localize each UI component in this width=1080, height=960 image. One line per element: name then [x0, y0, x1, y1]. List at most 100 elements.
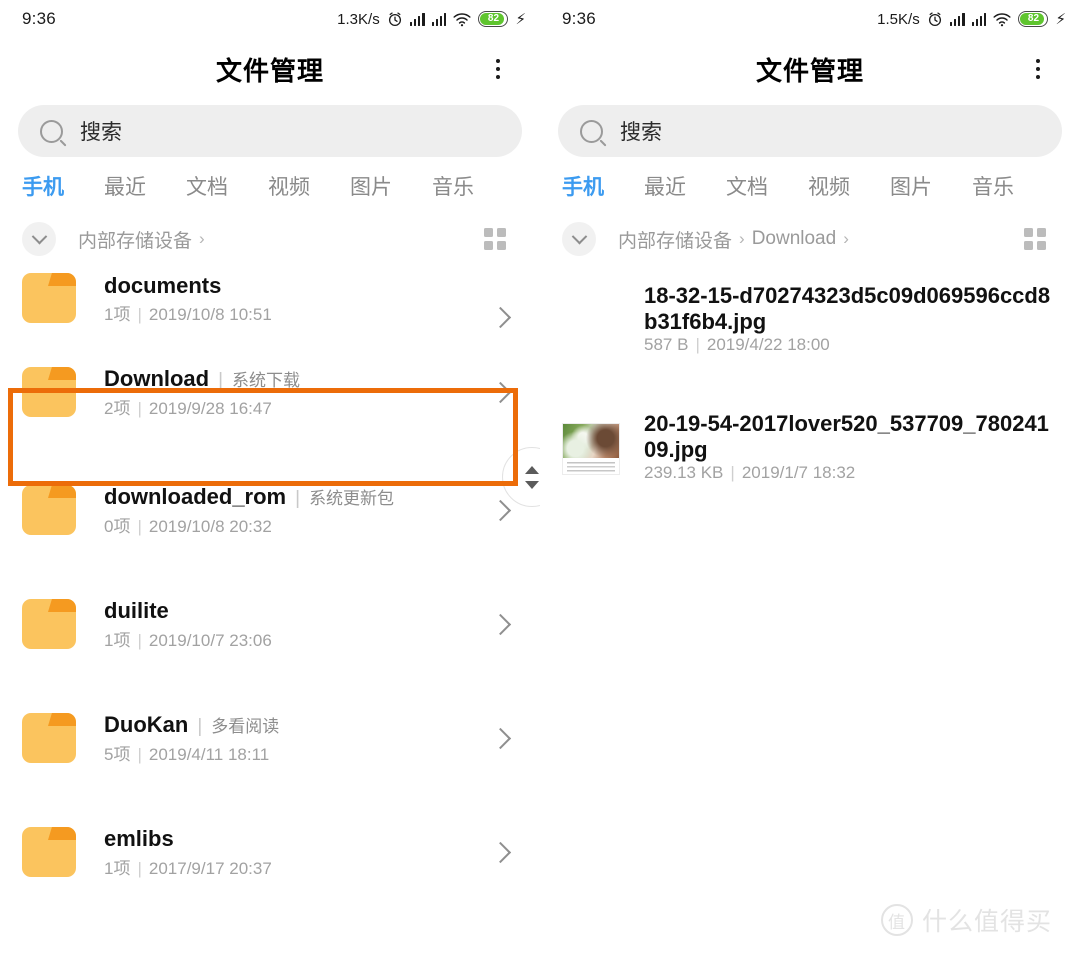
watermark-text: 什么值得买: [921, 908, 1052, 936]
tab-images[interactable]: 图片: [350, 171, 392, 201]
tab-music[interactable]: 音乐: [972, 171, 1014, 201]
folder-icon: [22, 599, 76, 649]
item-date: 2017/9/17 20:37: [148, 858, 272, 878]
item-name-line: documents: [104, 272, 475, 300]
item-name-line: emlibs: [104, 825, 475, 853]
breadcrumb-segment-storage[interactable]: 内部存储设备: [618, 226, 732, 253]
wifi-icon: [993, 12, 1012, 26]
file-name: 18-32-15-d70274323d5c09d069596ccd8b31f6b…: [644, 283, 1051, 334]
tab-documents[interactable]: 文档: [726, 171, 768, 201]
item-name-line: downloaded_rom | 系统更新包: [104, 483, 475, 511]
grid-view-icon[interactable]: [484, 228, 506, 250]
item-subline: 1项 | 2019/10/8 10:51: [104, 305, 272, 324]
list-item[interactable]: DuoKan | 多看阅读 5项 | 2019/4/11 18:11: [0, 681, 540, 795]
file-size: 587 B: [644, 335, 689, 354]
item-name: documents: [104, 272, 222, 298]
tab-recent[interactable]: 最近: [104, 171, 146, 201]
tab-recent[interactable]: 最近: [644, 171, 686, 201]
search-icon: [40, 119, 63, 143]
item-alias: 多看阅读: [211, 717, 280, 737]
status-icons-group: 1.5K/s 82 ⚡: [877, 11, 1066, 28]
tab-videos[interactable]: 视频: [268, 171, 310, 201]
item-name-line: duilite: [104, 597, 475, 625]
search-area-left: 搜索: [0, 100, 540, 157]
battery-level: 82: [1027, 13, 1040, 24]
file-size: 239.13 KB: [644, 463, 724, 482]
alarm-icon: [928, 12, 941, 27]
file-date: 2019/4/22 18:00: [706, 335, 830, 354]
chevron-right-icon: [489, 381, 512, 403]
right-phone-screen: 9:36 1.5K/s 82 ⚡ 文件管理 搜索 手机 最近 文档 视频 图片 …: [540, 0, 1080, 960]
signal-icon: [409, 12, 425, 26]
title-bar-left: 文件管理: [0, 38, 540, 100]
item-name: duilite: [104, 598, 169, 624]
signal-icon: [971, 12, 987, 26]
list-item[interactable]: 20-19-54-2017lover520_537709_78024109.jp…: [540, 401, 1080, 533]
folder-icon: [22, 273, 76, 323]
list-item[interactable]: duilite 1项 | 2019/10/7 23:06: [0, 567, 540, 681]
charging-bolt-icon: ⚡: [1055, 10, 1066, 28]
breadcrumb-right: 内部存储设备 › Download ›: [540, 201, 1080, 269]
grid-view-icon[interactable]: [1024, 228, 1046, 250]
item-subline: 5项 | 2019/4/11 18:11: [104, 744, 270, 764]
tab-documents[interactable]: 文档: [186, 171, 228, 201]
category-tabs-left: 手机 最近 文档 视频 图片 音乐: [0, 157, 540, 201]
chevron-right-icon: [489, 841, 512, 863]
dual-screenshot-composite: 9:36 1.3K/s 82 ⚡ 文件管理 搜索 手机 最近 文档 视频 图片 …: [0, 0, 1080, 960]
watermark-logo-icon: 值: [880, 904, 913, 936]
search-placeholder: 搜索: [80, 121, 122, 144]
list-item[interactable]: emlibs 1项 | 2017/9/17 20:37: [0, 795, 540, 909]
chevron-down-icon[interactable]: [22, 222, 56, 256]
item-count: 1项: [104, 858, 131, 878]
name-alias-divider: |: [197, 716, 203, 738]
status-bar-left: 9:36 1.3K/s 82 ⚡: [0, 0, 540, 38]
item-meta: 18-32-15-d70274323d5c09d069596ccd8b31f6b…: [644, 283, 1058, 355]
item-count: 5项: [104, 744, 131, 764]
chevron-down-icon[interactable]: [562, 222, 596, 256]
item-name: emlibs: [104, 826, 174, 852]
search-input[interactable]: 搜索: [18, 105, 522, 157]
list-item[interactable]: documents 1项 | 2019/10/8 10:51: [0, 269, 540, 331]
more-vertical-icon[interactable]: [1030, 53, 1046, 85]
battery-level: 82: [487, 13, 500, 24]
list-item[interactable]: downloaded_rom | 系统更新包 0项 | 2019/10/8 20:3…: [0, 453, 540, 567]
alarm-icon: [388, 12, 401, 27]
more-vertical-icon[interactable]: [490, 53, 506, 85]
search-input[interactable]: 搜索: [558, 105, 1062, 157]
breadcrumb-separator: ›: [739, 229, 745, 248]
search-placeholder: 搜索: [620, 121, 662, 144]
charging-bolt-icon: ⚡: [515, 10, 526, 28]
tab-phone[interactable]: 手机: [22, 171, 64, 201]
file-name: 20-19-54-2017lover520_537709_78024109.jp…: [644, 411, 1049, 462]
item-name-line: Download | 系统下载: [104, 365, 475, 393]
tab-images[interactable]: 图片: [890, 171, 932, 201]
item-count: 1项: [104, 305, 131, 324]
breadcrumb-path: 内部存储设备 › Download ›: [618, 226, 849, 253]
item-subline: 587 B | 2019/4/22 18:00: [644, 335, 830, 354]
item-date: 2019/10/8 10:51: [148, 305, 272, 324]
tab-phone[interactable]: 手机: [562, 171, 604, 201]
file-date: 2019/1/7 18:32: [741, 463, 856, 482]
breadcrumb-segment-download[interactable]: Download: [752, 228, 837, 250]
battery-icon: 82: [478, 11, 509, 27]
chevron-right-icon: [489, 499, 512, 521]
item-meta: documents 1项 | 2019/10/8 10:51: [104, 272, 475, 325]
triangle-up-icon: [525, 465, 539, 474]
chevron-right-icon: [489, 727, 512, 749]
item-count: 0项: [104, 516, 131, 536]
network-speed: 1.5K/s: [877, 10, 920, 28]
category-tabs-right: 手机 最近 文档 视频 图片 音乐: [540, 157, 1080, 201]
folder-icon: [22, 713, 76, 763]
status-icons-group: 1.3K/s 82 ⚡: [337, 11, 526, 28]
item-name-line: DuoKan | 多看阅读: [104, 711, 475, 739]
page-title: 文件管理: [215, 55, 324, 86]
folder-icon: [22, 367, 76, 417]
item-name: DuoKan: [104, 712, 189, 738]
item-date: 2019/4/11 18:11: [148, 744, 270, 764]
item-subline: 0项 | 2019/10/8 20:32: [104, 516, 272, 536]
breadcrumb-segment-storage[interactable]: 内部存储设备: [78, 226, 192, 253]
tab-videos[interactable]: 视频: [808, 171, 850, 201]
tab-music[interactable]: 音乐: [432, 171, 474, 201]
list-item[interactable]: Download | 系统下载 2项 | 2019/9/28 16:47: [0, 331, 540, 453]
list-item[interactable]: 18-32-15-d70274323d5c09d069596ccd8b31f6b…: [540, 269, 1080, 401]
